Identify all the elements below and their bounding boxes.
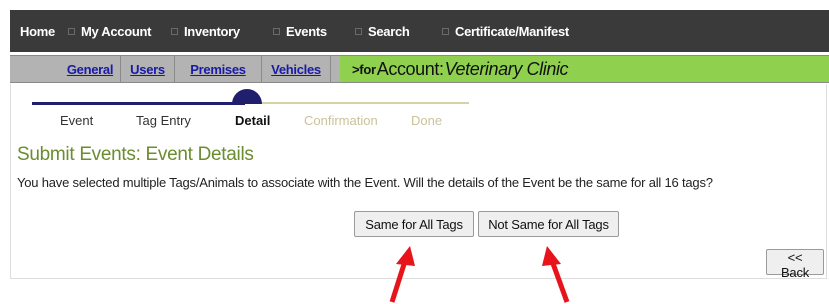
progress-line-completed xyxy=(32,102,245,105)
tab-users-label: Users xyxy=(130,61,165,77)
nav-certificate-manifest-label: Certificate/Manifest xyxy=(455,24,569,39)
account-name: Veterinary Clinic xyxy=(444,58,569,79)
nav-search-label: Search xyxy=(368,24,410,39)
nav-certificate-manifest[interactable]: Certificate/Manifest xyxy=(442,24,569,39)
nav-marker-icon xyxy=(171,28,178,35)
step-done: Done xyxy=(411,113,443,128)
annotation-arrow-icon xyxy=(542,246,570,303)
progress-line-pending xyxy=(256,102,469,104)
step-detail: Detail xyxy=(235,113,271,128)
nav-inventory-label: Inventory xyxy=(184,24,240,39)
tab-users[interactable]: Users xyxy=(121,56,175,82)
annotation-arrow-icon xyxy=(389,246,415,303)
nav-events[interactable]: Events xyxy=(273,24,327,39)
not-same-for-all-tags-button[interactable]: Not Same for All Tags xyxy=(478,211,619,237)
nav-marker-icon xyxy=(442,28,449,35)
back-button[interactable]: << Back xyxy=(766,249,824,280)
account-prefix: >for xyxy=(352,61,376,77)
event-question-message: You have selected multiple Tags/Animals … xyxy=(17,175,713,190)
tab-general[interactable]: General xyxy=(60,56,121,82)
tab-vehicles-label: Vehicles xyxy=(271,61,321,77)
nav-my-account[interactable]: My Account xyxy=(68,24,152,39)
nav-marker-icon xyxy=(273,28,280,35)
nav-home-label: Home xyxy=(20,24,55,39)
nav-marker-icon xyxy=(355,28,362,35)
top-navigation: Home My Account Inventory Events Search … xyxy=(10,10,829,52)
step-tag-entry: Tag Entry xyxy=(136,113,191,128)
tab-vehicles[interactable]: Vehicles xyxy=(262,56,331,82)
tab-general-label: General xyxy=(66,61,114,77)
step-confirmation: Confirmation xyxy=(304,113,378,128)
account-context-bar: >for Account: Veterinary Clinic xyxy=(340,56,829,82)
tab-premises-label: Premises xyxy=(190,61,246,77)
nav-search[interactable]: Search xyxy=(355,24,410,39)
nav-inventory[interactable]: Inventory xyxy=(171,24,240,39)
account-label: Account: xyxy=(376,58,444,79)
page-title: Submit Events: Event Details xyxy=(17,144,254,165)
same-for-all-tags-button[interactable]: Same for All Tags xyxy=(354,211,474,237)
step-event: Event xyxy=(60,113,94,128)
nav-marker-icon xyxy=(68,28,75,35)
tab-premises[interactable]: Premises xyxy=(175,56,262,82)
nav-events-label: Events xyxy=(286,24,327,39)
nav-my-account-label: My Account xyxy=(81,24,152,39)
nav-home[interactable]: Home xyxy=(20,24,55,39)
account-subnav: General Users Premises Vehicles >for Acc… xyxy=(10,55,829,83)
